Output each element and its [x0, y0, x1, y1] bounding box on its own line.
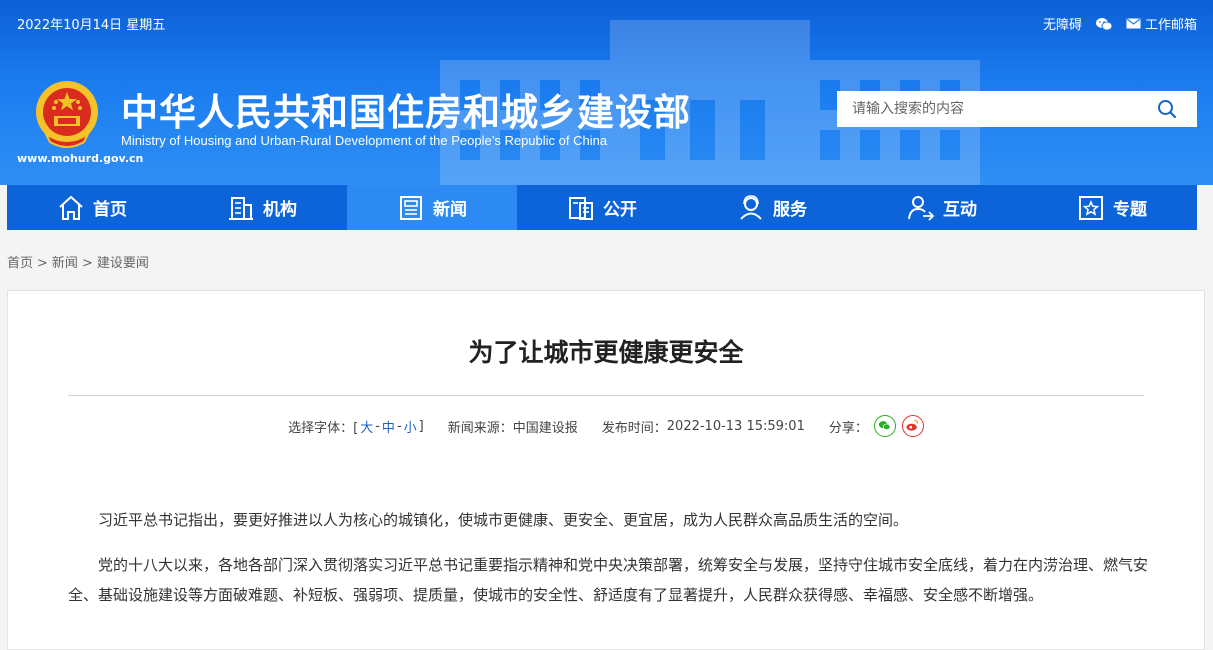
breadcrumb-current[interactable]: 建设要闻	[97, 256, 149, 271]
nav-item-home[interactable]: 首页	[7, 185, 177, 230]
site-header: 2022年10月14日 星期五 无障碍 工作邮箱 www.mohurd.gov.…	[0, 0, 1213, 185]
font-size-small[interactable]: 小	[404, 417, 417, 436]
weibo-share-icon[interactable]	[901, 415, 924, 437]
wechat-icon[interactable]	[1095, 17, 1112, 31]
nav-label: 互动	[943, 200, 977, 220]
nav-item-service[interactable]: 服务	[687, 185, 857, 230]
breadcrumb-separator: >	[37, 256, 48, 271]
site-title: 中华人民共和国住房和城乡建设部	[121, 91, 691, 134]
top-bar: 2022年10月14日 星期五 无障碍 工作邮箱	[17, 14, 1197, 34]
news-icon	[400, 195, 422, 220]
source-value: 中国建设报	[512, 420, 578, 436]
breadcrumb-separator: >	[81, 256, 93, 271]
nav-label: 专题	[1113, 200, 1147, 220]
publish-time: 发布时间： 2022-10-13 15:59:01	[602, 417, 805, 436]
search-icon[interactable]	[1157, 99, 1177, 119]
font-size-dash: -	[375, 418, 380, 434]
nav-label: 首页	[93, 200, 127, 220]
interaction-icon	[908, 195, 935, 221]
breadcrumb: 首页 > 新闻 > 建设要闻	[7, 252, 149, 271]
nav-item-organization[interactable]: 机构	[177, 185, 347, 230]
article-meta: 选择字体：[ 大 - 中 - 小 ] 新闻来源： 中国建设报 发布时间： 2022-…	[8, 415, 1204, 437]
font-size-dash: -	[396, 418, 402, 434]
current-date: 2022年10月14日 星期五	[17, 18, 166, 33]
share-label: 分享：	[828, 420, 868, 436]
mail-icon	[1126, 18, 1141, 29]
nav-label: 服务	[773, 200, 807, 220]
font-size-end: ]	[418, 418, 424, 434]
article-paragraph: 习近平总书记指出，要更好推进以人为核心的城镇化，使城市更健康、更安全、更宜居，成…	[98, 511, 909, 529]
main-nav: 首页 机构 新闻 公开 服务 互动 专题	[7, 185, 1197, 230]
source-label: 新闻来源：	[447, 420, 513, 436]
article-paragraph: 党的十八大以来，各地各部门深入贯彻落实习近平总书记重要指示精神和党中央决策部署，…	[68, 556, 1149, 604]
font-size-selector: 选择字体：[ 大 - 中 - 小 ]	[288, 417, 424, 436]
nav-label: 新闻	[433, 200, 467, 220]
nav-label: 机构	[263, 200, 297, 220]
nav-item-public[interactable]: 公开	[517, 185, 687, 230]
time-value: 2022-10-13 15:59:01	[666, 418, 805, 434]
site-url: www.mohurd.gov.cn	[17, 152, 144, 165]
breadcrumb-news[interactable]: 新闻	[52, 256, 78, 271]
article-title: 为了让城市更健康更安全	[468, 338, 744, 367]
mail-label: 工作邮箱	[1144, 18, 1197, 33]
nav-item-news[interactable]: 新闻	[347, 185, 517, 230]
news-source: 新闻来源： 中国建设报	[448, 417, 578, 436]
article-panel: 为了让城市更健康更安全 选择字体：[ 大 - 中 - 小 ] 新闻来源： 中国建设…	[7, 290, 1205, 650]
service-icon	[740, 194, 762, 220]
time-label: 发布时间：	[601, 420, 667, 436]
breadcrumb-home[interactable]: 首页	[7, 256, 33, 271]
top-links: 无障碍 工作邮箱	[1043, 14, 1197, 33]
accessibility-link[interactable]: 无障碍	[1043, 14, 1082, 33]
font-size-large[interactable]: 大	[360, 417, 373, 436]
building-icon	[229, 196, 253, 220]
search-box	[837, 91, 1197, 127]
site-title-english: Ministry of Housing and Urban-Rural Deve…	[121, 133, 608, 148]
document-icon	[569, 196, 593, 220]
title-divider	[68, 395, 1144, 396]
nav-label: 公开	[603, 200, 637, 220]
work-mail-link[interactable]: 工作邮箱	[1126, 14, 1197, 33]
search-input[interactable]	[837, 91, 1152, 127]
wechat-share-icon[interactable]	[873, 415, 896, 437]
nav-item-interaction[interactable]: 互动	[857, 185, 1027, 230]
nav-item-topic[interactable]: 专题	[1027, 185, 1197, 230]
home-icon	[59, 195, 83, 220]
national-emblem-logo	[36, 81, 98, 148]
font-size-label: 选择字体：[	[288, 420, 359, 436]
topic-icon	[1079, 195, 1103, 220]
font-size-medium[interactable]: 中	[382, 417, 395, 436]
share-group: 分享：	[829, 415, 924, 437]
